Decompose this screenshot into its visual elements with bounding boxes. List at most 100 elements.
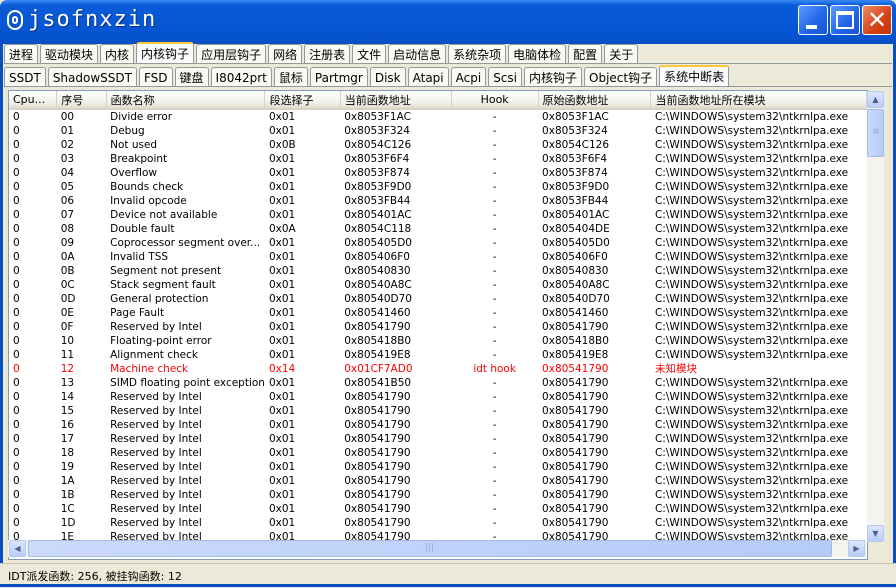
table-row[interactable]: 0 1C Reserved by Intel 0x01 0x80541790 - 0x805… (9, 502, 867, 516)
table-cell: 0x80541790 (542, 503, 609, 515)
table-row[interactable]: 0 17 Reserved by Intel 0x01 0x80541790 - 0x805… (9, 432, 867, 446)
main-tab-bar: 进程 驱动模块 内核 内核钩子 应用层钩子 网络 注册表 文件 启动信息 系统杂项 电脑体检 配置 关于 (4, 42, 640, 64)
minimize-button[interactable] (798, 5, 828, 35)
table-row[interactable]: 0 01 Debug 0x01 0x8053F324 - 0x8053F324 C:\WIND… (9, 124, 867, 138)
sub-tab-1[interactable]: ShadowSSDT (47, 67, 137, 87)
table-cell: Page Fault (110, 307, 165, 319)
table-row-hooked[interactable]: 0 12 Machine check 0x14 0x01CF7AD0 idt hook 0x… (9, 362, 867, 376)
table-cell: 0x01 (268, 293, 296, 305)
table-row[interactable]: 0 08 Double fault 0x0A 0x8054C118 - 0x805404DE… (9, 222, 867, 236)
sub-tab-8[interactable]: Atapi (407, 67, 449, 87)
main-tab-0[interactable]: 进程 (4, 44, 39, 64)
table-cell: Reserved by Intel (110, 405, 202, 417)
main-tab-12[interactable]: 关于 (604, 44, 639, 64)
scroll-left-button[interactable]: ◀ (9, 540, 26, 557)
table-row[interactable]: 0 00 Divide error 0x01 0x8053F1AC -0x8053F1AC… (9, 109, 867, 124)
sub-tab-11[interactable]: 内核钩子 (524, 67, 583, 87)
close-button[interactable]: ✕ (862, 5, 892, 35)
table-row[interactable]: 0 1D Reserved by Intel 0x01 0x80541790 - 0x805… (9, 516, 867, 530)
table-row[interactable]: 0 06 Invalid opcode 0x01 0x8053FB44 - 0x8053FB… (9, 194, 867, 208)
table-cell: 17 (60, 433, 75, 445)
table-row[interactable]: 0 11 Alignment check 0x01 0x805419E8 - 0x80541… (9, 348, 867, 362)
table-row[interactable]: 0 10 Floating-point error 0x01 0x805418B0 - 0x… (9, 334, 867, 348)
table-row[interactable]: 0 0D General protection 0x01 0x80540D70 - 0x80… (9, 292, 867, 306)
sub-tab-4[interactable]: I8042prt (210, 67, 272, 87)
table-cell: C:\WINDOWS\system32\ntkrnlpa.exe (654, 125, 849, 137)
sub-tab-6[interactable]: Partmgr (309, 67, 368, 87)
table-row[interactable]: 0 14 Reserved by Intel 0x01 0x80541790 - 0x805… (9, 390, 867, 404)
table-cell: C:\WINDOWS\system32\ntkrnlpa.exe (654, 237, 849, 249)
sub-tab-3[interactable]: 键盘 (174, 67, 209, 87)
table-row[interactable]: 0 15 Reserved by Intel 0x01 0x80541790 - 0x805… (9, 404, 867, 418)
scroll-down-button[interactable]: ▼ (867, 525, 884, 542)
vertical-scroll-thumb[interactable]: ≡ (867, 109, 884, 157)
table-row[interactable]: 0 03 Breakpoint 0x01 0x8053F6F4 - 0x8053F6F4 C:… (9, 152, 867, 166)
column-header-3[interactable]: 段选择子 (264, 91, 341, 110)
table-cell: - (492, 335, 497, 347)
sub-tab-12[interactable]: Object钩子 (584, 67, 658, 87)
main-tab-10[interactable]: 电脑体检 (508, 44, 567, 64)
main-tab-1[interactable]: 驱动模块 (40, 44, 99, 64)
table-row[interactable]: 0 0A Invalid TSS 0x01 0x805406F0 - 0x805406F0 C… (9, 250, 867, 264)
scroll-up-button[interactable]: ▲ (867, 91, 884, 108)
sub-tab-13[interactable]: 系统中断表 (659, 65, 730, 87)
sub-tab-7[interactable]: Disk (369, 67, 406, 87)
table-cell: C:\WINDOWS\system32\ntkrnlpa.exe (654, 209, 849, 221)
table-cell: Breakpoint (110, 153, 168, 165)
table-row[interactable]: 0 1B Reserved by Intel 0x01 0x80541790 - 0x805… (9, 488, 867, 502)
sub-tab-0[interactable]: SSDT (4, 67, 46, 87)
table-cell: Double fault (110, 223, 175, 235)
table-cell: 0x805401AC (344, 209, 412, 221)
table-cell: 0 (13, 195, 20, 207)
column-header-5[interactable]: Hook (451, 91, 539, 110)
main-tab-9[interactable]: 系统杂项 (448, 44, 507, 64)
column-header-6[interactable]: 原始函数地址 (538, 91, 652, 110)
title-bar[interactable]: jsofnxzin ✕ (0, 0, 896, 44)
horizontal-scroll-thumb[interactable]: ||| (28, 540, 832, 557)
table-row[interactable]: 0 0C Stack segment fault 0x01 0x80540A8C - 0x8… (9, 278, 867, 292)
table-cell: 0x80541790 (542, 489, 609, 501)
table-row[interactable]: 0 05 Bounds check 0x01 0x8053F9D0 - 0x8053F9D0… (9, 180, 867, 194)
table-row[interactable]: 0 16 Reserved by Intel 0x01 0x80541790 - 0x805… (9, 418, 867, 432)
table-row[interactable]: 0 18 Reserved by Intel 0x01 0x80541790 - 0x805… (9, 446, 867, 460)
table-cell: 0 (13, 419, 20, 431)
main-tab-2[interactable]: 内核 (100, 44, 135, 64)
main-tab-4[interactable]: 应用层钩子 (196, 44, 267, 64)
main-tab-3[interactable]: 内核钩子 (136, 42, 195, 64)
table-row[interactable]: 0 1A Reserved by Intel 0x01 0x80541790 - 0x805… (9, 474, 867, 488)
table-row[interactable]: 0 0E Page Fault 0x01 0x80541460 - 0x80541460 C:… (9, 306, 867, 320)
main-tab-11[interactable]: 配置 (568, 44, 603, 64)
main-tab-5[interactable]: 网络 (268, 44, 303, 64)
table-cell: 0 (13, 293, 20, 305)
table-row[interactable]: 0 04 Overflow 0x01 0x8053F874 - 0x8053F874 C:\W… (9, 166, 867, 180)
column-header-0[interactable]: Cpu... (9, 91, 58, 110)
vertical-scrollbar[interactable]: ▲ ≡ ▼ (867, 91, 884, 542)
main-tab-7[interactable]: 文件 (352, 44, 387, 64)
table-row[interactable]: 0 13 SIMD floating point exception 0x01 0x80… (9, 376, 867, 390)
column-header-7[interactable]: 当前函数地址所在模块 (650, 91, 867, 110)
maximize-button[interactable] (830, 5, 860, 35)
table-cell: Segment not present (110, 265, 222, 277)
table-cell: 0x01 (268, 419, 296, 431)
table-row[interactable]: 0 07 Device not available 0x01 0x805401AC - 0x… (9, 208, 867, 222)
table-row[interactable]: 0 09 Coprocessor segment over... 0x01 0x8054… (9, 236, 867, 250)
sub-tab-9[interactable]: Acpi (450, 67, 487, 87)
table-row[interactable]: 0 19 Reserved by Intel 0x01 0x80541790 - 0x805… (9, 460, 867, 474)
table-row[interactable]: 0 02 Not used 0x0B 0x8054C126 - 0x8054C126 C:\W… (9, 138, 867, 152)
column-header-4[interactable]: 当前函数地址 (340, 91, 452, 110)
sub-tab-5[interactable]: 鼠标 (273, 67, 308, 87)
horizontal-scrollbar[interactable]: ◀ ||| ▶ (8, 540, 866, 557)
table-cell: - (492, 377, 497, 389)
sub-tab-10[interactable]: Scsi (488, 67, 522, 87)
column-header-1[interactable]: 序号 (56, 91, 107, 110)
scroll-right-button[interactable]: ▶ (848, 540, 865, 557)
table-cell: 0x805418B0 (344, 335, 412, 347)
main-tab-6[interactable]: 注册表 (304, 44, 351, 64)
table-cell: 1D (60, 517, 76, 529)
table-row[interactable]: 0 0F Reserved by Intel 0x01 0x80541790 - 0x805… (9, 320, 867, 334)
column-header-2[interactable]: 函数名称 (106, 91, 266, 110)
sub-tab-2[interactable]: FSD (138, 67, 173, 87)
table-row[interactable]: 0 0B Segment not present 0x01 0x80540830 - 0x8… (9, 264, 867, 278)
table-cell: 06 (60, 195, 75, 207)
main-tab-8[interactable]: 启动信息 (388, 44, 447, 64)
